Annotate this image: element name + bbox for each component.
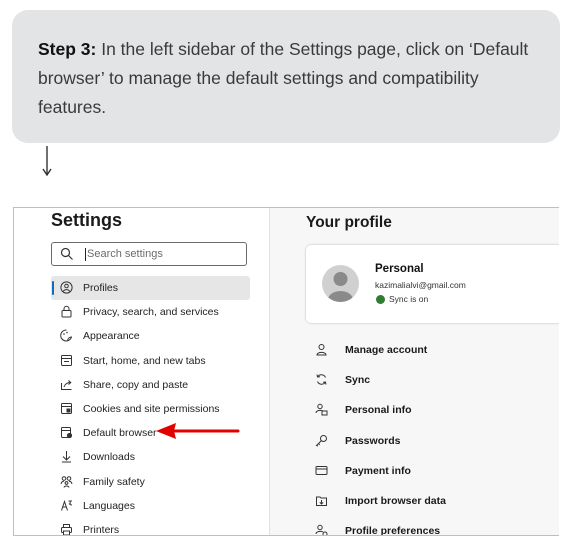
profile-email: kazimalialvi@gmail.com — [375, 280, 466, 290]
nav-item-downloads[interactable]: Downloads — [51, 445, 250, 469]
key-icon — [315, 434, 327, 447]
lock-icon — [61, 306, 72, 318]
import-icon — [316, 496, 327, 506]
profile-name: Personal — [375, 263, 424, 275]
nav-item-share[interactable]: Share, copy and paste — [51, 373, 250, 397]
menu-label: Import browser data — [345, 494, 446, 507]
personal-info-icon — [315, 404, 328, 416]
search-input[interactable]: Search settings — [51, 242, 247, 266]
menu-item-payment-info[interactable]: Payment info — [306, 456, 546, 486]
printer-icon — [61, 523, 72, 535]
nav-item-family-safety[interactable]: Family safety — [51, 470, 250, 494]
settings-title: Settings — [51, 210, 123, 230]
avatar-icon — [327, 272, 354, 302]
preferences-icon — [315, 524, 328, 535]
profile-icon — [60, 281, 73, 294]
down-arrow-icon — [42, 146, 52, 176]
nav-label: Appearance — [83, 330, 140, 343]
menu-label: Passwords — [345, 434, 401, 447]
browser-icon — [61, 427, 73, 439]
menu-item-sync[interactable]: Sync — [306, 365, 546, 395]
person-icon — [316, 344, 327, 356]
check-icon — [376, 295, 385, 304]
menu-item-personal-info[interactable]: Personal info — [306, 395, 546, 425]
family-icon — [60, 475, 73, 488]
share-icon — [61, 379, 72, 390]
settings-nav: Profiles Privacy, search, and services A… — [51, 276, 250, 536]
nav-item-start-home[interactable]: Start, home, and new tabs — [51, 349, 250, 373]
sync-status: Sync is on — [389, 294, 429, 304]
home-tabs-icon — [61, 354, 72, 366]
nav-label: Profiles — [83, 282, 119, 294]
menu-label: Payment info — [345, 464, 411, 477]
annotation-arrow — [156, 423, 240, 439]
profile-menu: Manage account Sync Personal info Passwo… — [306, 335, 546, 536]
nav-item-cookies[interactable]: Cookies and site permissions — [51, 397, 250, 421]
menu-label: Sync — [345, 374, 371, 387]
menu-item-manage-account[interactable]: Manage account — [306, 335, 546, 365]
step-label: Step 3: — [38, 39, 97, 59]
menu-item-import-data[interactable]: Import browser data — [306, 486, 546, 516]
instruction-callout: Step 3: In the left sidebar of the Setti… — [12, 10, 560, 143]
cookies-icon — [61, 402, 72, 414]
nav-label: Privacy, search, and services — [83, 306, 219, 319]
download-icon — [62, 451, 71, 463]
menu-label: Personal info — [345, 404, 412, 417]
text-caret — [85, 248, 86, 261]
nav-label: Printers — [83, 523, 120, 536]
menu-label: Profile preferences — [345, 525, 441, 536]
menu-label: Manage account — [345, 344, 428, 356]
nav-label: Languages — [83, 499, 135, 512]
nav-label: Start, home, and new tabs — [83, 354, 206, 367]
step-text: In the left sidebar of the Settings page… — [38, 39, 529, 117]
settings-sidebar: Settings Search settings Profiles Privac… — [14, 208, 269, 535]
card-icon — [315, 465, 328, 475]
avatar — [322, 265, 359, 302]
page-title: Your profile — [306, 214, 392, 231]
nav-item-appearance[interactable]: Appearance — [51, 324, 250, 348]
languages-icon — [61, 499, 73, 511]
search-placeholder: Search settings — [87, 248, 163, 260]
nav-item-privacy[interactable]: Privacy, search, and services — [51, 300, 250, 324]
nav-item-languages[interactable]: Languages — [51, 494, 250, 518]
sync-icon — [316, 374, 327, 385]
profile-pane: Your profile Personal kazimalialvi@gmail… — [270, 208, 559, 535]
nav-label: Default browser — [83, 427, 157, 440]
search-icon — [60, 247, 73, 260]
appearance-icon — [60, 329, 73, 342]
profile-card: Personal kazimalialvi@gmail.com Sync is … — [306, 245, 559, 323]
menu-item-passwords[interactable]: Passwords — [306, 426, 546, 456]
menu-item-profile-preferences[interactable]: Profile preferences — [306, 516, 546, 536]
nav-label: Family safety — [83, 475, 145, 488]
nav-label: Cookies and site permissions — [83, 402, 220, 415]
nav-label: Downloads — [83, 451, 135, 464]
settings-screenshot: Settings Search settings Profiles Privac… — [13, 207, 559, 536]
nav-label: Share, copy and paste — [83, 378, 189, 391]
nav-item-printers[interactable]: Printers — [51, 518, 250, 536]
nav-item-profiles[interactable]: Profiles — [51, 276, 250, 301]
